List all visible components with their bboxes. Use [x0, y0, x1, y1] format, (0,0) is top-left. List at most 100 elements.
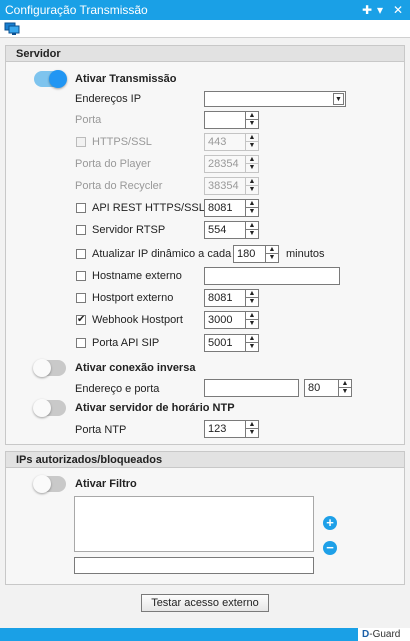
hostport-externo-checkbox[interactable] — [76, 293, 86, 303]
porta-api-sip-value: 5001 — [208, 337, 233, 349]
footer-bar: D-Guard — [0, 628, 410, 641]
decrement-icon[interactable]: ▼ — [246, 142, 258, 150]
ips-header: IPs autorizados/bloqueados — [6, 452, 404, 468]
atualizar-ip-unit: minutos — [286, 248, 325, 260]
https-ssl-value: 443 — [208, 136, 227, 148]
hostname-externo-input[interactable] — [204, 267, 340, 285]
decrement-icon[interactable]: ▼ — [246, 230, 258, 238]
atualizar-ip-checkbox[interactable] — [76, 249, 86, 259]
servidor-section: Servidor Ativar Transmissão Endereços IP… — [5, 45, 405, 445]
porta-api-sip-label: Porta API SIP — [92, 337, 160, 349]
window-title: Configuração Transmissão — [5, 3, 148, 17]
chevron-down-icon[interactable]: ▼ — [333, 93, 344, 105]
porta-player-stepper[interactable]: 28354 ▲ ▼ — [204, 155, 259, 173]
conexao-inversa-toggle[interactable] — [33, 359, 66, 377]
endereco-port-value: 80 — [308, 382, 321, 394]
increment-icon[interactable]: ▲ — [246, 222, 258, 230]
hostport-externo-value: 8081 — [208, 292, 233, 304]
hostport-externo-label: Hostport externo — [92, 292, 174, 304]
increment-icon[interactable]: ▲ — [266, 246, 278, 254]
atualizar-ip-label: Atualizar IP dinâmico a cada — [92, 248, 232, 260]
servidor-header: Servidor — [6, 46, 404, 62]
endereco-input[interactable] — [204, 379, 299, 397]
increment-icon[interactable]: ▲ — [246, 335, 258, 343]
hostport-externo-stepper[interactable]: 8081 ▲ ▼ — [204, 289, 259, 307]
porta-api-sip-checkbox[interactable] — [76, 338, 86, 348]
webhook-hostport-value: 3000 — [208, 314, 233, 326]
porta-ntp-value: 123 — [208, 423, 227, 435]
pin-icon[interactable]: ✚ — [362, 2, 372, 18]
window-titlebar: Configuração Transmissão ✚ ▾ ✕ — [0, 0, 410, 20]
increment-icon[interactable]: ▲ — [246, 156, 258, 164]
servidor-ntp-toggle[interactable] — [33, 399, 66, 417]
hostname-externo-checkbox[interactable] — [76, 271, 86, 281]
webhook-hostport-stepper[interactable]: 3000 ▲ ▼ — [204, 311, 259, 329]
dguard-logo: D-Guard — [358, 628, 410, 641]
decrement-icon[interactable]: ▼ — [246, 208, 258, 216]
webhook-hostport-label: Webhook Hostport — [92, 314, 183, 326]
webhook-hostport-checkbox[interactable]: ✔ — [76, 315, 86, 325]
atualizar-ip-value: 180 — [237, 248, 256, 260]
porta-recycler-label: Porta do Recycler — [75, 180, 163, 192]
remove-icon[interactable]: − — [323, 541, 337, 555]
ativar-filtro-label: Ativar Filtro — [75, 478, 137, 490]
monitor-icon[interactable] — [4, 22, 20, 39]
add-icon[interactable]: + — [323, 516, 337, 530]
servidor-ntp-label: Ativar servidor de horário NTP — [75, 402, 235, 414]
decrement-icon[interactable]: ▼ — [246, 320, 258, 328]
api-rest-value: 8081 — [208, 202, 233, 214]
decrement-icon[interactable]: ▼ — [246, 343, 258, 351]
porta-player-value: 28354 — [208, 158, 239, 170]
porta-ntp-stepper[interactable]: 123 ▲ ▼ — [204, 420, 259, 438]
servidor-rtsp-stepper[interactable]: 554 ▲ ▼ — [204, 221, 259, 239]
decrement-icon[interactable]: ▼ — [246, 298, 258, 306]
increment-icon[interactable]: ▲ — [246, 312, 258, 320]
porta-stepper[interactable]: ▲ ▼ — [204, 111, 259, 129]
api-rest-label: API REST HTTPS/SSL — [92, 202, 205, 214]
enderecos-ip-select[interactable]: ▼ — [204, 91, 346, 107]
decrement-icon[interactable]: ▼ — [246, 164, 258, 172]
ip-entry-input[interactable] — [74, 557, 314, 574]
porta-api-sip-stepper[interactable]: 5001 ▲ ▼ — [204, 334, 259, 352]
ativar-filtro-toggle[interactable] — [33, 475, 66, 493]
decrement-icon[interactable]: ▼ — [266, 254, 278, 262]
endereco-porta-label: Endereço e porta — [75, 383, 160, 395]
servidor-rtsp-checkbox[interactable] — [76, 225, 86, 235]
https-ssl-label: HTTPS/SSL — [92, 136, 152, 148]
https-ssl-stepper[interactable]: 443 ▲ ▼ — [204, 133, 259, 151]
ips-section: IPs autorizados/bloqueados Ativar Filtro… — [5, 451, 405, 585]
enderecos-ip-label: Endereços IP — [75, 93, 142, 105]
porta-label: Porta — [75, 114, 102, 126]
ativar-transmissao-label: Ativar Transmissão — [75, 73, 177, 85]
porta-recycler-stepper[interactable]: 38354 ▲ ▼ — [204, 177, 259, 195]
collapse-icon[interactable]: ▾ — [377, 2, 383, 18]
ativar-transmissao-toggle[interactable] — [34, 70, 67, 88]
content-area: Servidor Ativar Transmissão Endereços IP… — [0, 38, 410, 628]
endereco-port-stepper[interactable]: 80 ▲ ▼ — [304, 379, 352, 397]
conexao-inversa-label: Ativar conexão inversa — [75, 362, 196, 374]
porta-ntp-label: Porta NTP — [75, 424, 127, 436]
increment-icon[interactable]: ▲ — [246, 178, 258, 186]
porta-player-label: Porta do Player — [75, 158, 151, 170]
atualizar-ip-stepper[interactable]: 180 ▲ ▼ — [233, 245, 279, 263]
hostname-externo-label: Hostname externo — [92, 270, 182, 282]
increment-icon[interactable]: ▲ — [246, 421, 258, 429]
toolbar — [0, 20, 410, 38]
close-icon[interactable]: ✕ — [393, 2, 403, 18]
increment-icon[interactable]: ▲ — [339, 380, 351, 388]
decrement-icon[interactable]: ▼ — [246, 120, 258, 128]
api-rest-stepper[interactable]: 8081 ▲ ▼ — [204, 199, 259, 217]
decrement-icon[interactable]: ▼ — [246, 429, 258, 437]
ips-list[interactable] — [74, 496, 314, 552]
servidor-rtsp-label: Servidor RTSP — [92, 224, 166, 236]
increment-icon[interactable]: ▲ — [246, 290, 258, 298]
increment-icon[interactable]: ▲ — [246, 112, 258, 120]
increment-icon[interactable]: ▲ — [246, 200, 258, 208]
decrement-icon[interactable]: ▼ — [339, 388, 351, 396]
testar-acesso-button[interactable]: Testar acesso externo — [141, 594, 269, 612]
decrement-icon[interactable]: ▼ — [246, 186, 258, 194]
api-rest-checkbox[interactable] — [76, 203, 86, 213]
servidor-rtsp-value: 554 — [208, 224, 227, 236]
https-ssl-checkbox[interactable] — [76, 137, 86, 147]
increment-icon[interactable]: ▲ — [246, 134, 258, 142]
